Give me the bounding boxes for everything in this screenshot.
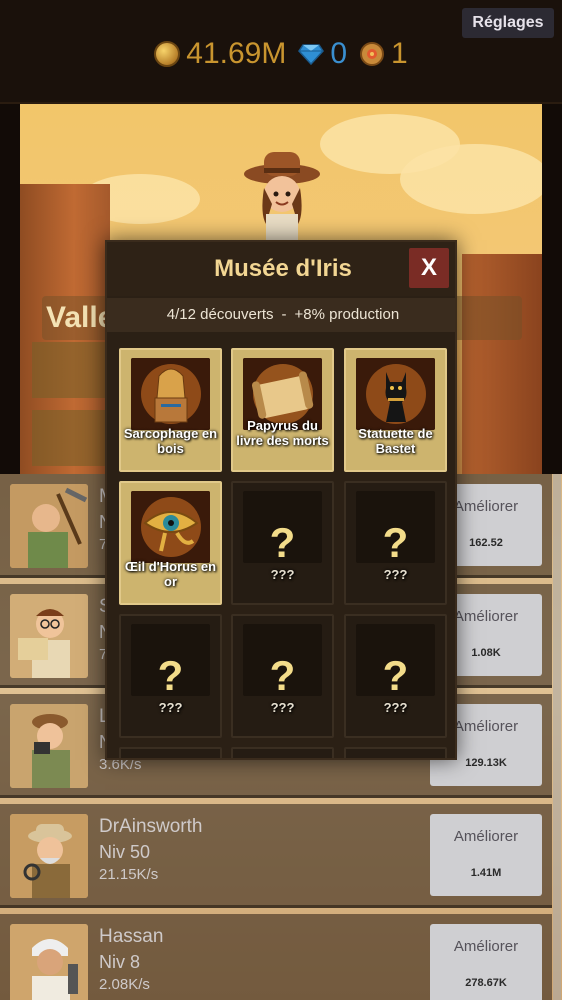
worker-level: Niv 8 bbox=[99, 952, 141, 972]
artifact-card[interactable]: Œil d'Horus en or bbox=[119, 481, 222, 605]
upgrade-cost: 278.67K bbox=[465, 977, 507, 989]
gem-icon bbox=[298, 44, 325, 65]
question-mark-icon: ? bbox=[269, 519, 296, 566]
upgrade-cost: 1.41M bbox=[470, 867, 502, 879]
cliff-right-decoration bbox=[462, 254, 542, 474]
artifact-name: Papyrus du livre des morts bbox=[236, 418, 329, 448]
top-bar: 41.69M 0 1 Réglages bbox=[0, 0, 562, 104]
settings-button[interactable]: Réglages bbox=[462, 8, 554, 38]
gold-amount: 41.69M bbox=[186, 37, 287, 70]
worker-row: Hassan Niv 8 2.08K/s Améliorer 278.67K bbox=[0, 914, 552, 1000]
modal-title: Musée d'Iris bbox=[214, 255, 352, 282]
modal-header: Musée d'Iris X bbox=[107, 242, 455, 296]
close-button[interactable]: X bbox=[409, 248, 449, 288]
relic-icon bbox=[360, 42, 385, 66]
question-mark-icon: ? bbox=[382, 519, 409, 566]
cloud-decoration bbox=[400, 144, 542, 214]
locked-artifact-card[interactable]: ? ??? bbox=[344, 614, 447, 738]
artifact-name: Œil d'Horus en or bbox=[124, 559, 217, 589]
worker-name: DrAinsworth bbox=[99, 816, 203, 837]
worker-list-scrollbar[interactable] bbox=[553, 474, 561, 1000]
gem-amount: 0 bbox=[330, 37, 348, 70]
game-screen: 41.69M 0 1 Réglages Valle 7 Améliorer 16… bbox=[0, 0, 562, 1000]
sarcophagus-icon bbox=[131, 358, 210, 430]
discovered-count: 4/12 découverts bbox=[166, 306, 274, 323]
artifact-card[interactable]: Papyrus du livre des morts bbox=[231, 348, 334, 472]
relic-amount: 1 bbox=[391, 37, 408, 70]
artifact-name: Sarcophage en bois bbox=[123, 426, 218, 456]
question-mark-icon: ? bbox=[269, 652, 296, 699]
museum-progress: 4/12 découverts - +8% production bbox=[107, 298, 455, 332]
upgrade-label: Améliorer bbox=[453, 938, 519, 955]
artifact-name: Statuette de Bastet bbox=[358, 426, 433, 456]
locked-artifact-card[interactable]: ? ??? bbox=[231, 481, 334, 605]
upgrade-label: Améliorer bbox=[453, 828, 519, 845]
worker-rate: 21.15K/s bbox=[99, 866, 159, 883]
worker-avatar bbox=[10, 704, 88, 788]
bastet-statue-icon bbox=[356, 358, 435, 430]
locked-artifact-card[interactable]: ? ??? bbox=[231, 614, 334, 738]
artifact-name: ??? bbox=[383, 700, 408, 715]
worker-rate: 2.08K/s bbox=[99, 976, 150, 993]
artifact-card[interactable]: Statuette de Bastet bbox=[344, 348, 447, 472]
artifact-name: ??? bbox=[270, 567, 295, 582]
locked-artifact-card[interactable] bbox=[119, 747, 222, 758]
worker-name: Hassan bbox=[99, 926, 164, 947]
upgrade-button[interactable]: Améliorer 278.67K bbox=[430, 924, 542, 1000]
locked-artifact-card[interactable]: ? ??? bbox=[119, 614, 222, 738]
question-mark-icon: ? bbox=[382, 652, 409, 699]
artifact-name: ??? bbox=[158, 700, 183, 715]
scene-action-button[interactable] bbox=[32, 342, 108, 398]
worker-avatar bbox=[10, 484, 88, 568]
gold-coin-icon bbox=[154, 41, 181, 67]
question-mark-icon: ? bbox=[157, 652, 184, 699]
worker-avatar bbox=[10, 594, 88, 678]
eye-of-horus-icon bbox=[131, 491, 210, 563]
scene-action-button[interactable] bbox=[32, 410, 108, 466]
worker-level: Niv 50 bbox=[99, 842, 151, 862]
artifact-name: ??? bbox=[383, 567, 408, 582]
separator: - bbox=[281, 306, 287, 323]
worker-avatar bbox=[10, 924, 88, 1000]
locked-artifact-card[interactable] bbox=[231, 747, 334, 758]
currency-row: 41.69M 0 1 bbox=[0, 34, 562, 74]
locked-artifact-card[interactable]: ? ??? bbox=[344, 481, 447, 605]
locked-artifact-card[interactable] bbox=[344, 747, 447, 758]
production-bonus: +8% production bbox=[294, 306, 400, 323]
upgrade-button[interactable]: Améliorer 1.41M bbox=[430, 814, 542, 896]
museum-modal: Musée d'Iris X 4/12 découverts - +8% produ… bbox=[105, 240, 457, 760]
worker-avatar bbox=[10, 814, 88, 898]
artifact-name: ??? bbox=[270, 700, 295, 715]
worker-row: DrAinsworth Niv 50 21.15K/s Améliorer 1.… bbox=[0, 804, 552, 908]
artifact-card[interactable]: Sarcophage en bois bbox=[119, 348, 222, 472]
